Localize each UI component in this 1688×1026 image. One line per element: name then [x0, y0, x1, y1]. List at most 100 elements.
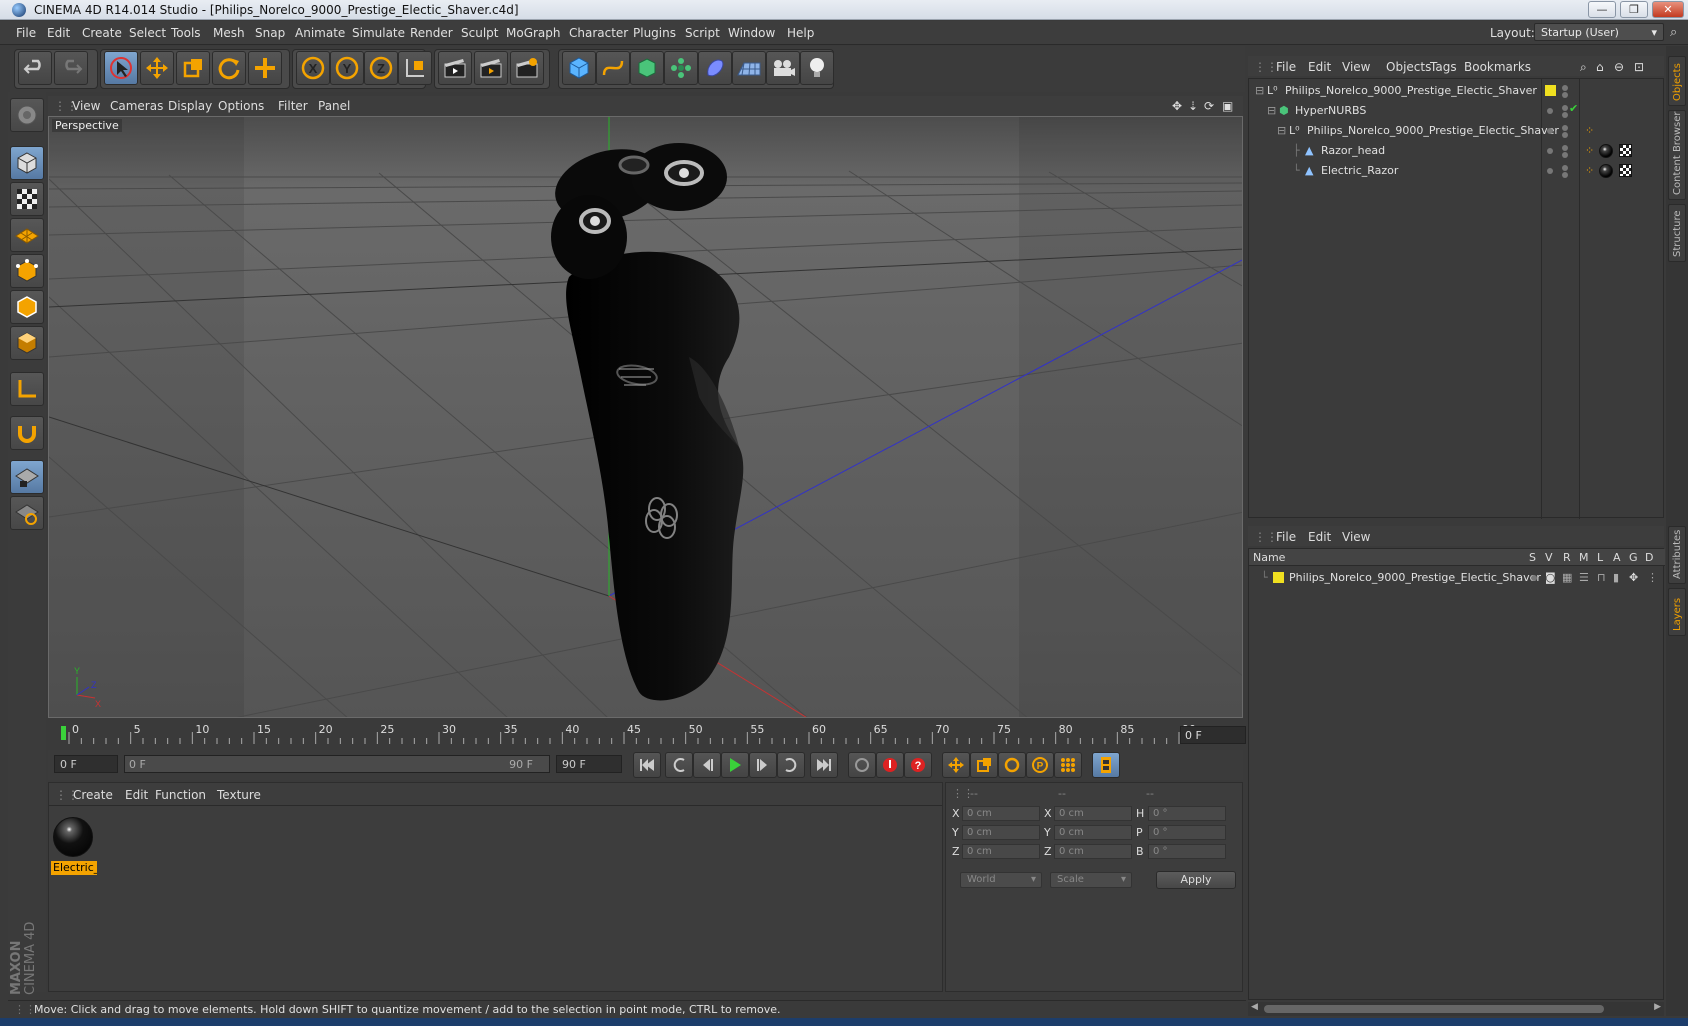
solo-toggle[interactable]	[1531, 575, 1537, 581]
tab-attributes[interactable]: Attributes	[1668, 526, 1686, 584]
layer-menu-view[interactable]: View	[1342, 530, 1370, 544]
col-manager[interactable]: M	[1579, 551, 1589, 564]
goto-next-key-button[interactable]	[777, 752, 805, 778]
render-dot[interactable]	[1562, 132, 1568, 138]
minimize-button[interactable]: —	[1588, 1, 1616, 18]
vp-menu-display[interactable]: Display	[168, 99, 212, 113]
editor-visibility-dot[interactable]	[1547, 148, 1553, 154]
size-x-field[interactable]: 0 cm	[1054, 806, 1132, 821]
col-animation[interactable]: A	[1613, 551, 1621, 564]
scrollbar-thumb[interactable]	[1264, 1005, 1604, 1013]
record-keys-button[interactable]	[848, 752, 876, 778]
menu-select[interactable]: Select	[129, 26, 166, 40]
object-row[interactable]: ⊟ L⁰ Philips_Norelco_9000_Prestige_Elect…	[1249, 81, 1665, 101]
keyframe-selection-button[interactable]: ?	[904, 752, 932, 778]
obj-menu-bookmarks[interactable]: Bookmarks	[1464, 60, 1531, 74]
render-dot[interactable]	[1562, 152, 1568, 158]
vp-menu-cameras[interactable]: Cameras	[110, 99, 163, 113]
obj-menu-file[interactable]: File	[1276, 60, 1296, 74]
key-rotation-button[interactable]	[998, 752, 1026, 778]
vp-move-icon[interactable]: ✥	[1172, 99, 1182, 113]
recent-tool-button[interactable]	[248, 51, 282, 85]
pos-z-field[interactable]: 0 cm	[962, 844, 1040, 859]
playhead-marker[interactable]	[61, 726, 66, 740]
floor-button[interactable]	[732, 51, 766, 85]
phong-tag-icon[interactable]: ⁘	[1585, 124, 1594, 137]
menu-mograph[interactable]: MoGraph	[506, 26, 561, 40]
texture-mode-button[interactable]	[10, 182, 44, 216]
cube-button[interactable]	[562, 51, 596, 85]
col-locked[interactable]: L	[1597, 551, 1603, 564]
workplane-mode-button[interactable]	[10, 218, 44, 252]
scroll-left-icon[interactable]: ◀	[1251, 1002, 1258, 1012]
vp-zoom-icon[interactable]: ⇣	[1188, 99, 1198, 113]
rot-h-field[interactable]: 0 °	[1148, 806, 1226, 821]
live-selection-button[interactable]	[104, 51, 138, 85]
rotate-button[interactable]	[212, 51, 246, 85]
visibility-dot[interactable]	[1562, 125, 1568, 131]
mat-menu-function[interactable]: Function	[155, 788, 206, 802]
expand-toggle-icon[interactable]: ⊟	[1277, 124, 1286, 137]
redo-button[interactable]	[54, 51, 88, 85]
lock-icon[interactable]: ⊓	[1597, 571, 1606, 584]
col-generators[interactable]: G	[1629, 551, 1638, 564]
layer-row[interactable]: └ Philips_Norelco_9000_Prestige_Electic_…	[1249, 568, 1665, 588]
perspective-viewport[interactable]: Y X Z Perspective	[48, 116, 1243, 718]
apply-button[interactable]: Apply	[1156, 871, 1236, 889]
timeline-window-button[interactable]	[1092, 752, 1120, 778]
object-row[interactable]: ⊟ ⬢ HyperNURBS ✔	[1249, 101, 1665, 121]
menu-simulate[interactable]: Simulate	[352, 26, 405, 40]
expand-toggle-icon[interactable]: ⊟	[1267, 104, 1276, 117]
pos-x-field[interactable]: 0 cm	[962, 806, 1040, 821]
rot-b-field[interactable]: 0 °	[1148, 844, 1226, 859]
layer-menu-file[interactable]: File	[1276, 530, 1296, 544]
search-icon[interactable]: ⌕	[1580, 60, 1587, 75]
play-button[interactable]	[721, 752, 749, 778]
vp-menu-options[interactable]: Options	[218, 99, 264, 113]
size-y-field[interactable]: 0 cm	[1054, 825, 1132, 840]
phong-tag-icon[interactable]: ⁘	[1585, 144, 1594, 157]
search-icon[interactable]: ⌕	[1670, 25, 1677, 40]
menu-window[interactable]: Window	[728, 26, 775, 40]
col-deformers[interactable]: D	[1645, 551, 1653, 564]
render-dot[interactable]	[1562, 112, 1568, 118]
tab-content-browser[interactable]: Content Browser	[1668, 110, 1686, 200]
menu-edit[interactable]: Edit	[47, 26, 70, 40]
uvw-tag-icon[interactable]	[1619, 164, 1632, 177]
deformer-icon[interactable]: ⋮	[1647, 571, 1658, 584]
z-axis-lock-button[interactable]: Z	[364, 51, 398, 85]
size-mode-dropdown[interactable]: Scale ▾	[1050, 872, 1132, 888]
vp-rotate-icon[interactable]: ⟳	[1204, 99, 1214, 113]
editor-visibility-dot[interactable]	[1547, 168, 1553, 174]
edges-mode-button[interactable]	[10, 290, 44, 324]
model-mode-button[interactable]	[10, 146, 44, 180]
snap-button[interactable]	[10, 416, 44, 450]
key-pla-button[interactable]	[1054, 752, 1082, 778]
layer-color-swatch[interactable]	[1273, 572, 1284, 583]
menu-character[interactable]: Character	[569, 26, 628, 40]
menu-help[interactable]: Help	[787, 26, 814, 40]
uvw-tag-icon[interactable]	[1619, 144, 1632, 157]
autokeying-button[interactable]	[876, 752, 904, 778]
layer-horizontal-scrollbar[interactable]: ◀ ▶	[1248, 1002, 1664, 1016]
col-view[interactable]: V	[1545, 551, 1553, 564]
object-row[interactable]: ├ ▲ Razor_head ⁘	[1249, 141, 1665, 161]
menu-plugins[interactable]: Plugins	[633, 26, 676, 40]
eye-icon[interactable]: ◙	[1545, 571, 1556, 584]
material-name-label[interactable]: Electric_	[51, 861, 97, 875]
spline-button[interactable]	[596, 51, 630, 85]
menu-render[interactable]: Render	[410, 26, 453, 40]
visibility-dot[interactable]	[1562, 165, 1568, 171]
coordinate-system-button[interactable]	[398, 51, 432, 85]
tab-layers[interactable]: Layers	[1668, 588, 1686, 636]
close-button[interactable]: ✕	[1652, 1, 1684, 18]
tab-structure[interactable]: Structure	[1668, 204, 1686, 262]
vp-maximize-icon[interactable]: ▣	[1222, 99, 1233, 113]
object-row[interactable]: └ ▲ Electric_Razor ⁘	[1249, 161, 1665, 181]
layer-menu-edit[interactable]: Edit	[1308, 530, 1331, 544]
goto-start-button[interactable]	[633, 752, 661, 778]
obj-menu-objects[interactable]: Objects	[1386, 60, 1431, 74]
menu-file[interactable]: File	[16, 26, 36, 40]
goto-end-button[interactable]	[810, 752, 838, 778]
previous-frame-button[interactable]	[693, 752, 721, 778]
